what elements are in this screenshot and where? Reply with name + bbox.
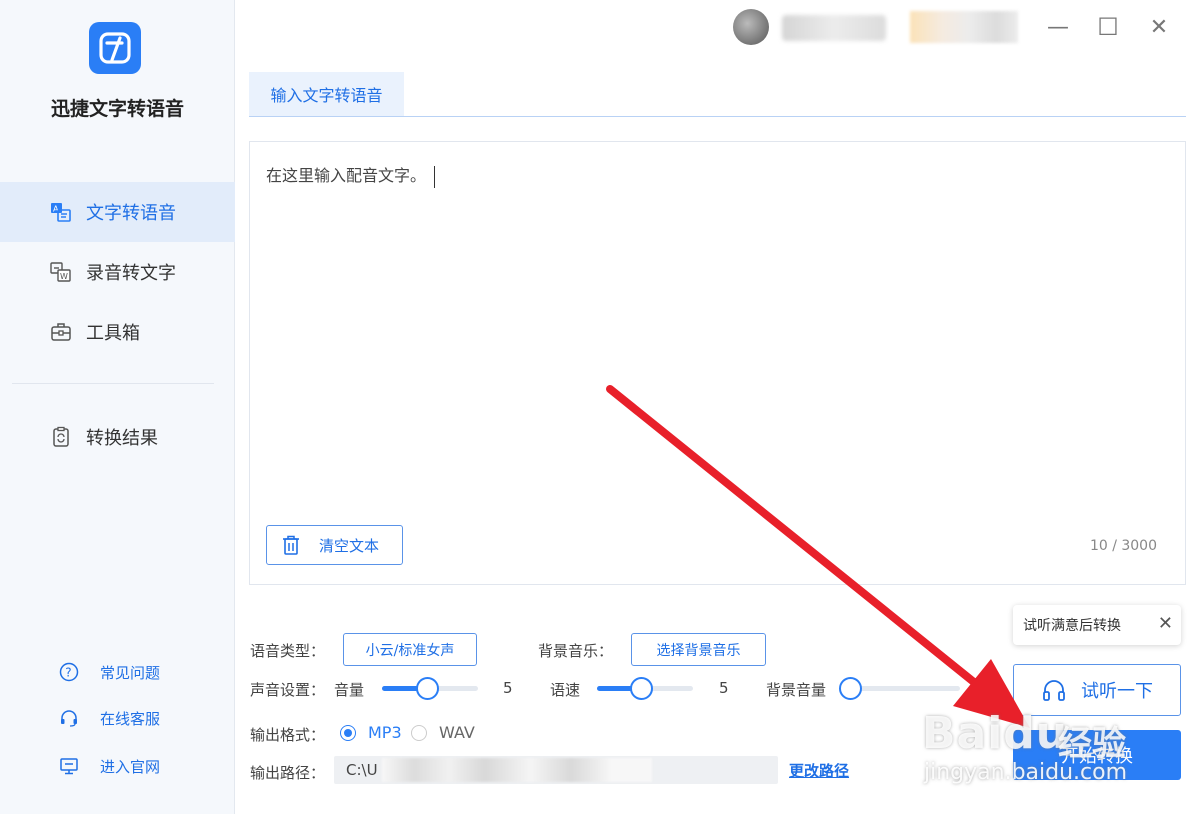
speed-slider[interactable] [597, 676, 693, 700]
speed-label: 语速 [550, 681, 581, 699]
text-input-content: 在这里输入配音文字。 [266, 166, 427, 185]
radio-dot [340, 724, 356, 741]
preview-label: 试听一下 [1081, 681, 1153, 702]
app-logo-icon [89, 22, 141, 74]
sound-settings-label: 声音设置： [250, 681, 326, 699]
trash-icon [281, 534, 301, 556]
change-path-link[interactable]: 更改路径 [789, 760, 849, 781]
output-path-blurred [382, 758, 652, 782]
clear-text-label: 清空文本 [319, 536, 380, 555]
headset-icon [58, 707, 80, 729]
user-name-blurred [782, 15, 886, 41]
sidebar: 迅捷文字转语音 A 文字转语音 W 录音转文字 工具箱 转换结果 ? 常见问题 [0, 0, 235, 814]
user-avatar[interactable] [733, 9, 769, 45]
results-icon [50, 426, 72, 448]
preview-tooltip: 试听满意后转换 ✕ [1013, 605, 1181, 645]
close-window-button[interactable]: ✕ [1142, 10, 1176, 44]
svg-text:?: ? [65, 666, 71, 680]
sidebar-item-toolbox[interactable]: 工具箱 [0, 302, 235, 362]
start-convert-button[interactable]: 开始转换 [1013, 730, 1181, 780]
sidebar-item-audio-to-text[interactable]: W 录音转文字 [0, 242, 235, 302]
output-format-label: 输出格式： [250, 726, 326, 744]
sidebar-item-label: 转换结果 [86, 428, 158, 449]
sidebar-item-label: 文字转语音 [86, 203, 176, 224]
online-support-label: 在线客服 [100, 709, 161, 728]
tab-input-text-to-speech[interactable]: 输入文字转语音 [249, 72, 404, 116]
monitor-icon [58, 755, 80, 777]
format-radio-wav[interactable]: WAV [411, 723, 475, 742]
svg-text:W: W [60, 272, 68, 281]
app-title: 迅捷文字转语音 [50, 98, 184, 120]
speed-slider-thumb[interactable] [630, 677, 653, 700]
tooltip-text: 试听满意后转换 [1023, 618, 1121, 634]
text-input[interactable]: 在这里输入配音文字。 [266, 162, 436, 188]
preview-button[interactable]: 试听一下 [1013, 664, 1181, 716]
faq-label: 常见问题 [100, 663, 161, 682]
format-radio-mp3[interactable]: MP3 [340, 723, 402, 742]
output-path-label: 输出路径： [250, 764, 326, 782]
sidebar-item-text-to-speech[interactable]: A 文字转语音 [0, 182, 235, 242]
output-path-field: C:\U [334, 756, 778, 784]
sidebar-item-label: 工具箱 [86, 323, 140, 344]
voice-type-label: 语音类型： [250, 642, 326, 660]
select-bg-music-button[interactable]: 选择背景音乐 [631, 633, 766, 666]
sidebar-item-results[interactable]: 转换结果 [0, 407, 235, 467]
text-editor-panel[interactable]: 在这里输入配音文字。 清空文本 10 / 3000 [249, 141, 1186, 585]
online-support-link[interactable]: 在线客服 [58, 707, 160, 729]
volume-label: 音量 [334, 681, 365, 699]
toolbox-icon [50, 321, 72, 343]
vip-badge-blurred[interactable] [910, 11, 1018, 43]
volume-slider[interactable] [382, 676, 478, 700]
bg-volume-label: 背景音量 [766, 681, 827, 699]
format-option-label: MP3 [368, 723, 402, 742]
headphones-icon [1041, 677, 1067, 703]
clear-text-button[interactable]: 清空文本 [266, 525, 403, 565]
faq-link[interactable]: ? 常见问题 [58, 661, 160, 683]
official-site-label: 进入官网 [100, 757, 161, 776]
minimize-button[interactable]: — [1041, 10, 1075, 44]
text-to-speech-icon: A [50, 201, 72, 223]
bg-music-label: 背景音乐： [538, 642, 614, 660]
char-count: 10 / 3000 [1089, 538, 1157, 554]
output-path-value: C:\U [346, 761, 378, 779]
format-option-label: WAV [439, 723, 475, 742]
sidebar-divider [12, 383, 214, 384]
bg-volume-slider-thumb[interactable] [839, 677, 862, 700]
voice-type-button[interactable]: 小云/标准女声 [343, 633, 477, 666]
tooltip-close-icon[interactable]: ✕ [1158, 613, 1173, 634]
question-icon: ? [58, 661, 80, 683]
sidebar-item-label: 录音转文字 [86, 263, 176, 284]
volume-slider-thumb[interactable] [416, 677, 439, 700]
audio-to-text-icon: W [50, 261, 72, 283]
volume-value: 5 [503, 679, 513, 697]
maximize-button[interactable]: ☐ [1091, 10, 1125, 44]
speed-value: 5 [719, 679, 729, 697]
text-caret [434, 165, 436, 188]
radio-dot [411, 724, 427, 741]
tab-underline [249, 116, 1186, 117]
official-site-link[interactable]: 进入官网 [58, 755, 160, 777]
bg-volume-slider[interactable] [839, 676, 960, 700]
